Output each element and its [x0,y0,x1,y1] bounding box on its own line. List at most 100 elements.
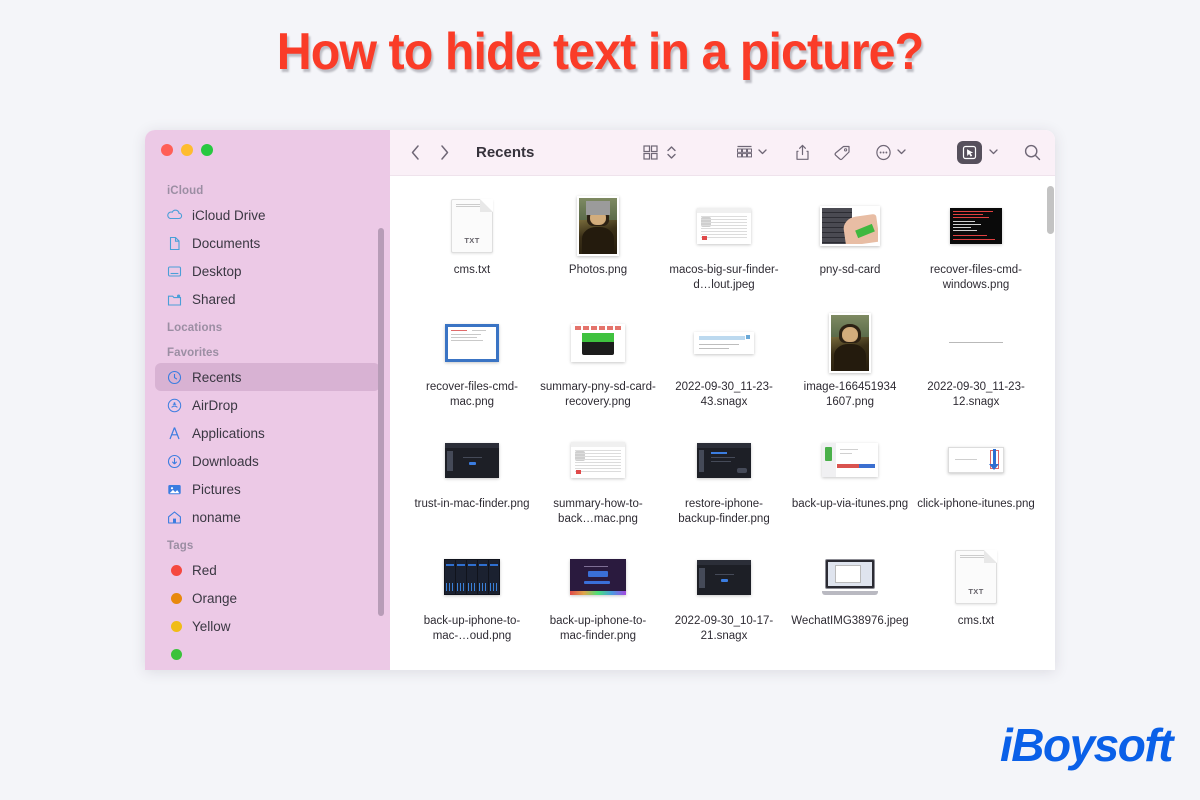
mona-lisa-thumb [829,313,871,373]
dark-finder-thumb [445,442,499,478]
chevron-down-icon[interactable] [896,144,907,162]
tag-icon[interactable] [833,144,852,161]
sidebar-item-tag-green[interactable] [155,640,380,668]
download-icon [166,453,183,470]
file-name: macos-big-sur-finder-d…lout.jpeg [669,264,779,291]
file-thumbnail [445,428,499,492]
sidebar-item-shared[interactable]: Shared [155,285,380,313]
file-thumbnail [820,194,880,258]
maximize-button[interactable] [201,144,213,156]
sidebar-item-icloud-drive[interactable]: iCloud Drive [155,201,380,229]
sidebar-item-tag-yellow[interactable]: Yellow [155,612,380,640]
more-actions-icon[interactable] [874,143,893,162]
airdrop-icon [166,397,183,414]
file-item[interactable]: TXT cms.txt [409,192,535,309]
file-item[interactable]: pny-sd-card [787,192,913,309]
macbook-photo-thumb [822,559,878,595]
itunes-window-thumb [822,443,878,477]
back-arrow-icon[interactable] [410,144,421,161]
file-name: back-up-iphone-to-mac-…oud.png [423,615,521,642]
finder-window: iCloud iCloud Drive Documents Desktop Sh… [145,130,1055,670]
file-thumbnail [444,545,500,609]
minimize-button[interactable] [181,144,193,156]
file-item[interactable]: summary-how-to-back…mac.png [535,426,661,543]
pictures-icon [166,481,183,498]
txt-document-icon: TXT [955,550,997,604]
sidebar-item-label: AirDrop [192,397,238,413]
sidebar-item-pictures[interactable]: Pictures [155,475,380,503]
quick-action-control [957,141,999,164]
group-by-icon[interactable] [735,144,754,161]
sidebar-section-locations: Locations [167,322,223,334]
forward-arrow-icon[interactable] [439,144,450,161]
file-grid: TXT cms.txt Photos.png macos-big-sur-fin… [390,192,1055,660]
file-item[interactable]: back-up-iphone-to-mac-…oud.png [409,543,535,660]
file-name: summary-how-to-back…mac.png [553,498,643,525]
file-name: back-up-iphone-to-mac-finder.png [549,615,647,642]
screenshot-thumb [571,442,625,478]
sidebar-item-airdrop[interactable]: AirDrop [155,391,380,419]
dark-finder-2-thumb [697,442,751,478]
search-icon[interactable] [1023,143,1042,162]
cloud-icon [166,207,183,224]
share-icon[interactable] [794,143,811,162]
file-item[interactable]: macos-big-sur-finder-d…lout.jpeg [661,192,787,309]
more-actions-control [874,143,907,162]
file-thumbnail [445,311,499,375]
snagit-clip-thumb [694,332,754,354]
sidebar-item-label: Red [192,562,217,578]
sidebar: iCloud iCloud Drive Documents Desktop Sh… [145,130,390,670]
tag-dot-icon [166,562,183,579]
file-thumbnail [948,428,1004,492]
file-item[interactable]: summary-pny-sd-card-recovery.png [535,309,661,426]
file-name: cms.txt [957,615,995,627]
document-icon [166,235,183,252]
file-thumbnail [577,194,619,258]
file-thumbnail [697,194,751,258]
window-blue-thumb [445,324,499,362]
file-item[interactable]: 2022-09-30_11-23-43.snagx [661,309,787,426]
sidebar-scroll-area: iCloud iCloud Drive Documents Desktop Sh… [145,176,390,670]
file-item[interactable]: recover-files-cmd-windows.png [913,192,1039,309]
file-item[interactable]: recover-files-cmd-mac.png [409,309,535,426]
chevron-down-icon[interactable] [988,144,999,162]
file-item[interactable]: image-166451934 1607.png [787,309,913,426]
sidebar-item-tag-red[interactable]: Red [155,556,380,584]
txt-document-icon: TXT [451,199,493,253]
sidebar-item-label: Desktop [192,263,242,279]
sidebar-scrollbar[interactable] [378,228,384,616]
sidebar-item-recents[interactable]: Recents [155,363,380,391]
icon-view-icon[interactable] [642,144,659,161]
sidebar-section-tags: Tags [167,540,194,552]
file-item[interactable]: click-iphone-itunes.png [913,426,1039,543]
file-item[interactable]: Photos.png [535,192,661,309]
file-item[interactable]: back-up-iphone-to-mac-finder.png [535,543,661,660]
sidebar-item-noname[interactable]: noname [155,503,380,531]
sidebar-item-tag-orange[interactable]: Orange [155,584,380,612]
redaction-box [585,200,611,216]
dark-finder-thumb [697,559,751,595]
file-thumbnail: TXT [955,545,997,609]
file-item[interactable]: restore-iphone-backup-finder.png [661,426,787,543]
file-thumbnail [571,311,625,375]
sort-chevrons-icon[interactable] [666,144,677,161]
sidebar-item-label: Recents [192,369,242,385]
chevron-down-icon[interactable] [757,144,768,162]
sidebar-item-documents[interactable]: Documents [155,229,380,257]
file-item[interactable]: 2022-09-30_10-17-21.snagx [661,543,787,660]
tag-dot-icon [166,590,183,607]
content-scrollbar[interactable] [1047,186,1055,234]
sidebar-item-downloads[interactable]: Downloads [155,447,380,475]
file-item[interactable]: back-up-via-itunes.png [787,426,913,543]
file-item[interactable]: WechatIMG38976.jpeg [787,543,913,660]
close-button[interactable] [161,144,173,156]
quick-action-icon[interactable] [957,141,983,164]
file-thumbnail [822,428,878,492]
sidebar-item-applications[interactable]: Applications [155,419,380,447]
file-name: click-iphone-itunes.png [917,498,1035,510]
phone-grid-thumb [444,559,500,595]
sidebar-item-desktop[interactable]: Desktop [155,257,380,285]
file-item[interactable]: trust-in-mac-finder.png [409,426,535,543]
file-item[interactable]: 2022-09-30_11-23-12.snagx [913,309,1039,426]
file-item[interactable]: TXT cms.txt [913,543,1039,660]
